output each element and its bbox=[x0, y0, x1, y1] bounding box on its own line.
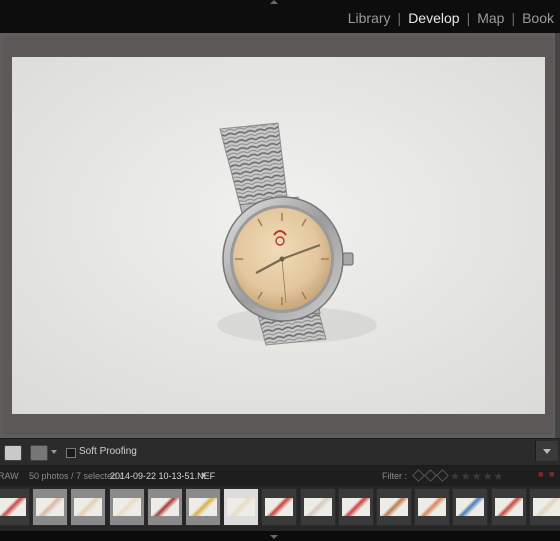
filmstrip-thumbnail[interactable] bbox=[452, 488, 489, 526]
color-label-filter-icon[interactable]: ■ bbox=[538, 469, 543, 479]
filmstrip-thumbnail[interactable] bbox=[108, 488, 145, 526]
module-develop[interactable]: Develop bbox=[408, 10, 459, 26]
module-map[interactable]: Map bbox=[477, 10, 504, 26]
thumbnail-image bbox=[418, 498, 447, 516]
thumbnail-image bbox=[36, 498, 65, 516]
filmstrip-thumbnail[interactable] bbox=[70, 488, 107, 526]
thumbnail-image bbox=[532, 498, 560, 516]
thumbnail-image bbox=[303, 498, 332, 516]
filmstrip-thumbnail[interactable] bbox=[223, 488, 260, 526]
rating-filter-stars[interactable]: ★★★★★ bbox=[450, 470, 504, 483]
filmstrip-thumbnail[interactable] bbox=[490, 488, 527, 526]
flag-filter-icon[interactable] bbox=[436, 469, 449, 482]
flag-filter-icon[interactable] bbox=[424, 469, 437, 482]
filmstrip-thumbnail[interactable] bbox=[376, 488, 412, 526]
module-separator: | bbox=[511, 10, 516, 26]
filmstrip-thumbnail[interactable] bbox=[299, 488, 336, 526]
thumbnail-image bbox=[341, 498, 370, 516]
image-view-area bbox=[0, 33, 560, 438]
loupe-view-icon[interactable] bbox=[4, 445, 22, 461]
chevron-down-icon[interactable] bbox=[51, 450, 57, 454]
thumbnail-image bbox=[494, 498, 523, 516]
right-panel-edge[interactable] bbox=[555, 33, 560, 438]
module-separator: | bbox=[397, 10, 402, 26]
filmstrip-thumbnail[interactable] bbox=[32, 488, 69, 526]
loupe-background bbox=[3, 36, 553, 435]
watch-photo bbox=[12, 57, 545, 414]
photo-count: 50 photos / 7 selected / bbox=[29, 471, 123, 481]
top-panel: Library | Develop | Map | Book bbox=[0, 0, 560, 33]
module-library[interactable]: Library bbox=[348, 10, 391, 26]
chevron-down-icon bbox=[543, 449, 551, 454]
thumbnail-image bbox=[74, 498, 103, 516]
filmstrip-header: RAW 50 photos / 7 selected / 2014-09-22 … bbox=[0, 466, 560, 486]
soft-proofing-label: Soft Proofing bbox=[79, 446, 137, 457]
current-filename[interactable]: 2014-09-22 10-13-51.NEF bbox=[110, 471, 215, 481]
color-label-filter-icon[interactable]: ■ bbox=[549, 469, 554, 479]
collapse-bottom-panel-icon[interactable] bbox=[270, 535, 278, 539]
toolbar: Soft Proofing bbox=[0, 438, 560, 466]
filmstrip bbox=[0, 486, 560, 531]
thumbnail-image bbox=[0, 498, 26, 516]
filter-label: Filter : bbox=[382, 471, 408, 481]
filmstrip-thumbnail[interactable] bbox=[0, 488, 30, 526]
thumbnail-image bbox=[265, 498, 294, 516]
filmstrip-thumbnail[interactable] bbox=[185, 488, 221, 526]
soft-proofing-checkbox[interactable] bbox=[66, 448, 76, 458]
thumbnail-image bbox=[189, 498, 217, 516]
module-book[interactable]: Book bbox=[522, 10, 554, 26]
before-after-icon[interactable] bbox=[30, 445, 48, 461]
toolbar-content-menu-button[interactable] bbox=[535, 441, 558, 461]
collapse-top-panel-icon[interactable] bbox=[270, 0, 278, 4]
filmstrip-thumbnail[interactable] bbox=[414, 488, 451, 526]
thumbnail-image bbox=[227, 498, 256, 516]
filmstrip-thumbnail[interactable] bbox=[337, 488, 374, 526]
thumbnail-image bbox=[456, 498, 485, 516]
filmstrip-thumbnail[interactable] bbox=[261, 488, 298, 526]
source-label[interactable]: RAW bbox=[0, 471, 19, 481]
thumbnail-image bbox=[112, 498, 141, 516]
flag-filter-icon[interactable] bbox=[412, 469, 425, 482]
filmstrip-thumbnail[interactable] bbox=[528, 488, 560, 526]
filmstrip-thumbnail[interactable] bbox=[146, 488, 183, 526]
module-separator: | bbox=[466, 10, 471, 26]
thumbnail-image bbox=[150, 498, 179, 516]
thumbnail-image bbox=[380, 498, 408, 516]
photo-preview[interactable] bbox=[12, 57, 545, 414]
chevron-down-icon[interactable]: ▾ bbox=[201, 470, 206, 481]
module-picker: Library | Develop | Map | Book bbox=[348, 10, 554, 26]
bottom-panel bbox=[0, 531, 560, 541]
